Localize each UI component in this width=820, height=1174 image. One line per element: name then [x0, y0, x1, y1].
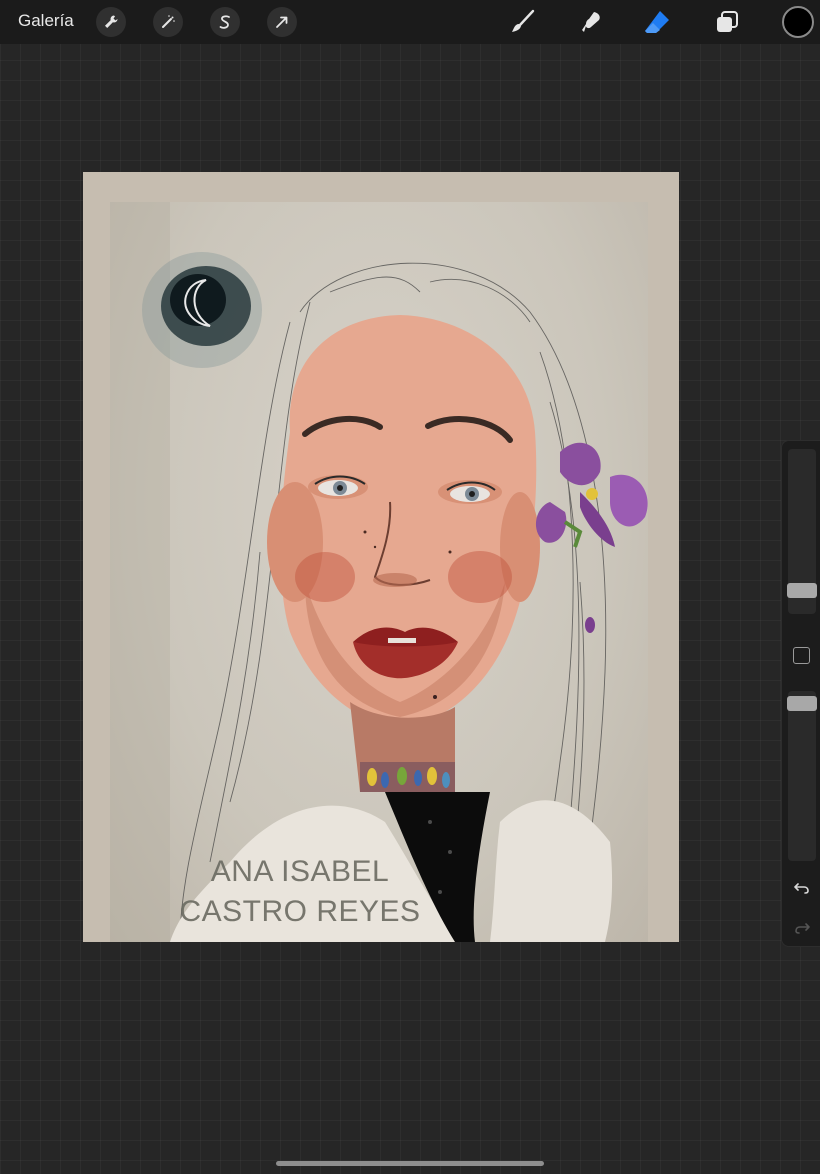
artwork-canvas[interactable]: ANA ISABEL CASTRO REYES	[83, 172, 679, 942]
modify-button[interactable]	[793, 647, 810, 664]
wrench-icon	[105, 15, 118, 28]
brush-size-slider[interactable]	[787, 449, 817, 614]
moon-watercolor	[142, 252, 262, 368]
adjustments-button[interactable]	[153, 7, 183, 37]
transform-button[interactable]	[267, 7, 297, 37]
brush-icon	[512, 9, 535, 32]
layers-icon	[717, 11, 738, 32]
undo-icon	[794, 883, 809, 894]
watercolor-paper: ANA ISABEL CASTRO REYES	[110, 202, 648, 942]
iris-flower	[535, 442, 648, 633]
gallery-button[interactable]: Galería	[18, 11, 74, 31]
top-toolbar: Galería	[0, 0, 820, 44]
signature-line-1: ANA ISABEL	[210, 855, 390, 888]
brush-sidebar	[781, 440, 820, 947]
smudge-button[interactable]	[574, 5, 608, 39]
artist-signature: ANA ISABEL CASTRO REYES	[170, 852, 430, 932]
home-indicator[interactable]	[276, 1161, 544, 1166]
redo-icon	[795, 923, 810, 934]
brush-button[interactable]	[505, 5, 539, 39]
actions-button[interactable]	[96, 7, 126, 37]
magic-wand-icon	[162, 15, 175, 28]
transform-icon	[276, 16, 288, 28]
color-picker-button[interactable]	[782, 6, 814, 38]
smudge-icon	[582, 12, 600, 32]
opacity-slider[interactable]	[787, 691, 817, 861]
eraser-icon	[645, 11, 669, 33]
eraser-button[interactable]	[640, 5, 674, 39]
selection-icon	[219, 15, 230, 29]
face	[267, 315, 540, 727]
brush-size-thumb[interactable]	[787, 583, 817, 598]
selection-button[interactable]	[210, 7, 240, 37]
portrait-illustration	[110, 202, 648, 942]
redo-button[interactable]	[791, 916, 813, 938]
signature-line-2: CASTRO REYES	[179, 895, 421, 928]
undo-button[interactable]	[791, 876, 813, 898]
opacity-thumb[interactable]	[787, 696, 817, 711]
layers-button[interactable]	[710, 5, 744, 39]
